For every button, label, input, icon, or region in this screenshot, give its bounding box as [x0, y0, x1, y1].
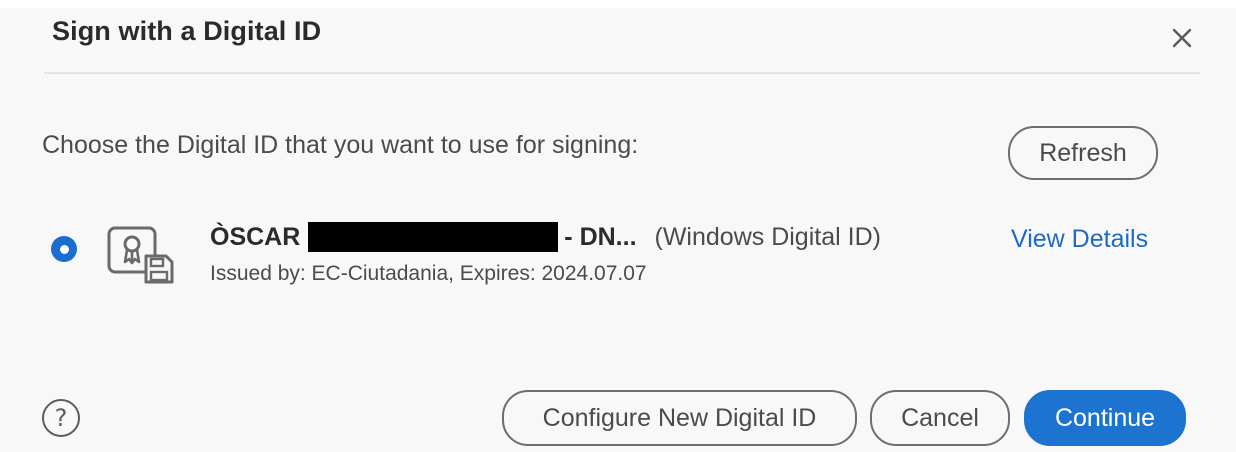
certificate-icon [107, 226, 174, 284]
sign-digital-id-dialog: Sign with a Digital ID Choose the Digita… [0, 0, 1236, 452]
digital-id-name: ÒSCAR [210, 222, 301, 251]
close-icon [1172, 28, 1192, 48]
redacted-block [308, 222, 559, 252]
digital-id-title: ÒSCAR - DN... (Windows Digital ID) [210, 222, 881, 252]
view-details-link[interactable]: View Details [1011, 225, 1148, 254]
title-divider [44, 72, 1200, 74]
top-strip [0, 0, 1236, 8]
dialog-title: Sign with a Digital ID [52, 16, 322, 46]
digital-id-suffix: - DN... [564, 222, 637, 251]
radio-selected-dot [59, 244, 69, 254]
refresh-button[interactable]: Refresh [1008, 126, 1158, 180]
digital-id-type: (Windows Digital ID) [654, 222, 881, 251]
digital-id-radio[interactable] [51, 236, 77, 262]
choose-prompt: Choose the Digital ID that you want to u… [42, 131, 639, 159]
continue-button[interactable]: Continue [1024, 390, 1186, 446]
cancel-button[interactable]: Cancel [870, 390, 1010, 446]
help-icon[interactable]: ? [42, 399, 80, 437]
close-button[interactable] [1166, 22, 1198, 54]
digital-id-issuer: Issued by: EC-Ciutadania, Expires: 2024.… [210, 262, 647, 285]
configure-new-digital-id-button[interactable]: Configure New Digital ID [502, 390, 857, 446]
